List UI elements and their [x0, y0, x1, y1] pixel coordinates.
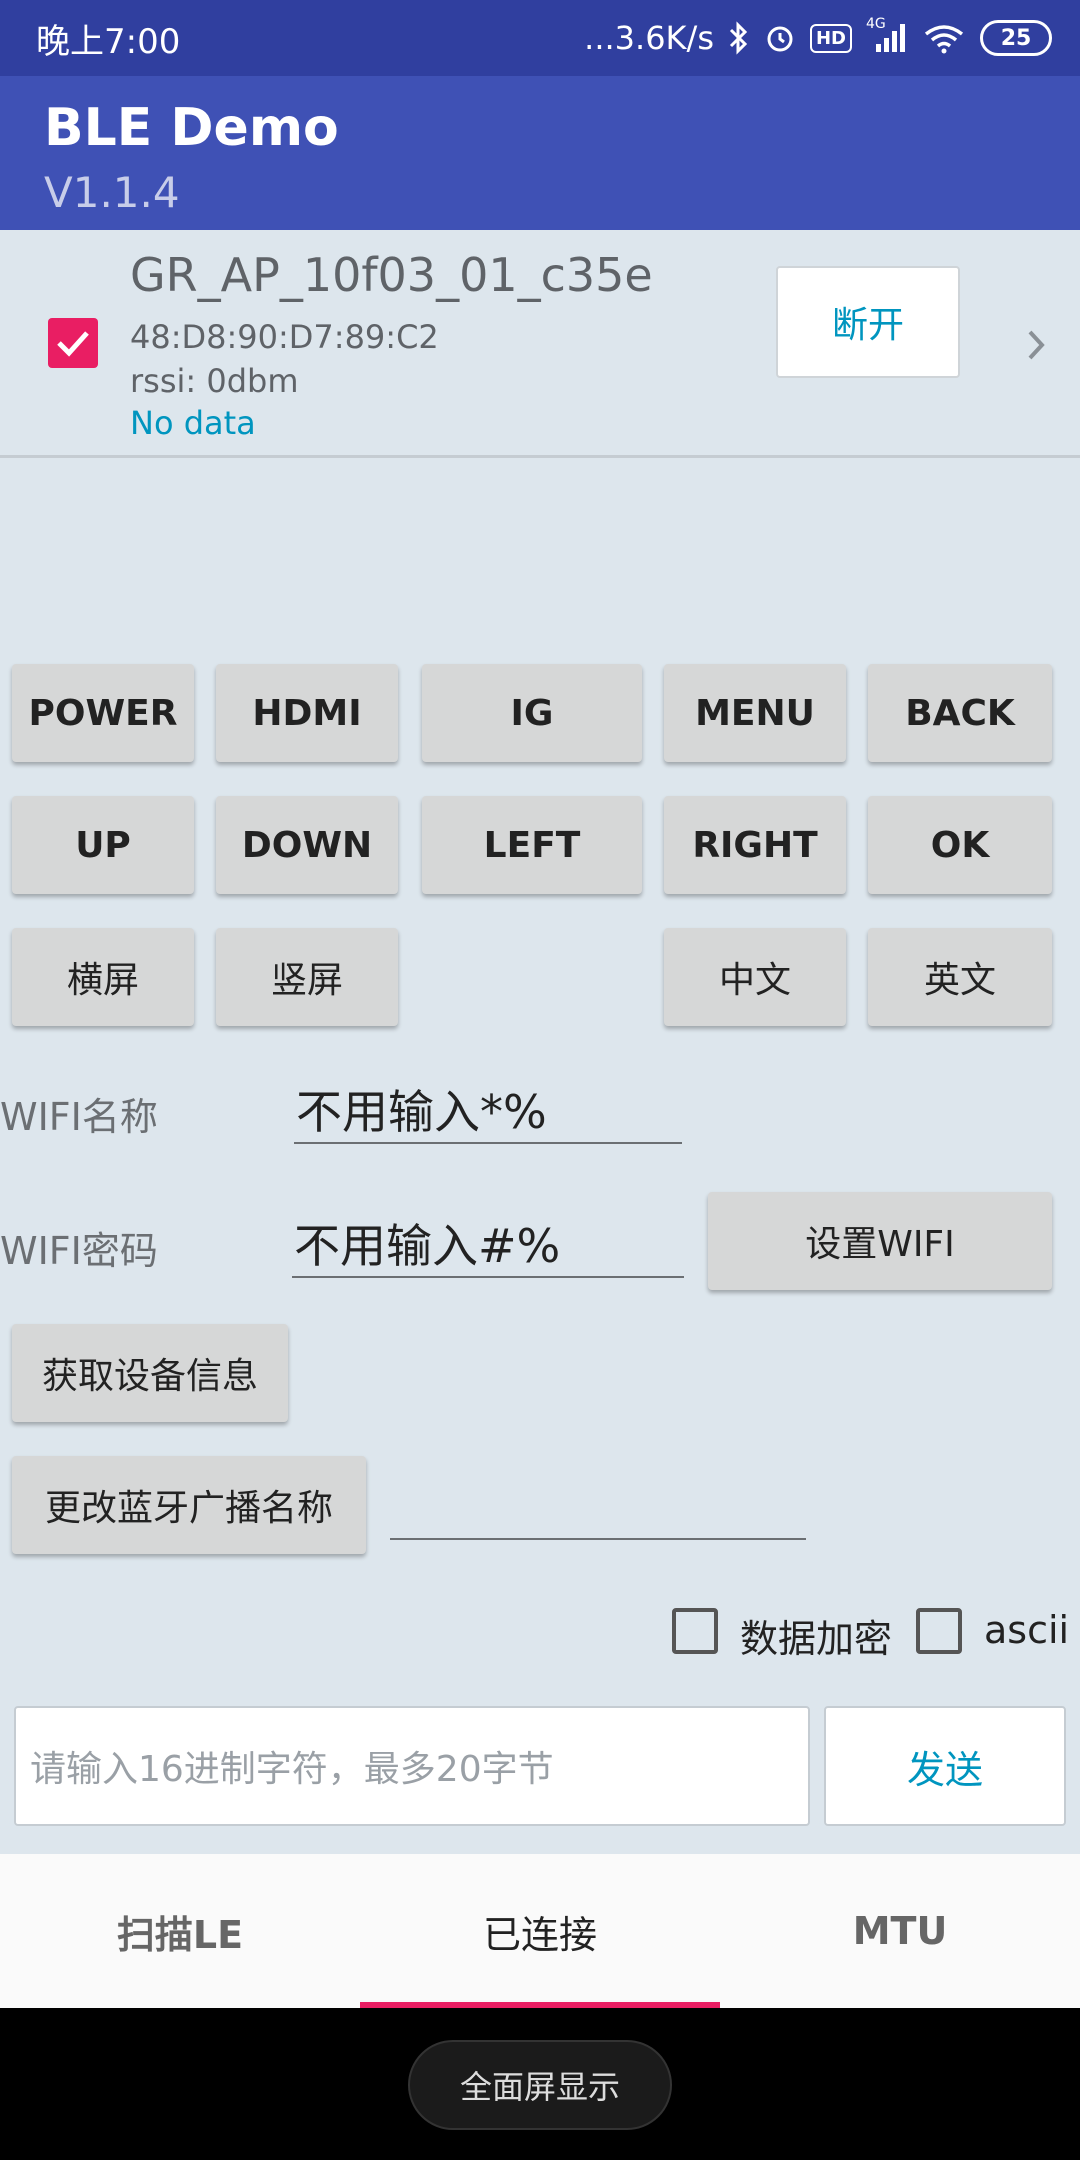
tab-mtu[interactable]: MTU	[720, 1854, 1080, 2008]
ascii-checkbox[interactable]	[916, 1608, 962, 1654]
change-ble-name-button[interactable]: 更改蓝牙广播名称	[12, 1456, 366, 1554]
status-time: 晚上7:00	[36, 22, 181, 62]
app-title: BLE Demo	[44, 98, 339, 158]
navigation-bar: 全面屏显示	[0, 2008, 1080, 2160]
battery-icon: 25	[980, 20, 1052, 56]
english-button[interactable]: 英文	[868, 928, 1052, 1026]
portrait-button[interactable]: 竖屏	[216, 928, 398, 1026]
power-button[interactable]: POWER	[12, 664, 194, 762]
tab-connected[interactable]: 已连接	[360, 1854, 720, 2008]
device-rssi: rssi: 0dbm	[130, 362, 299, 400]
hex-input[interactable]: 请输入16进制字符，最多20字节	[14, 1706, 810, 1826]
wifi-name-label: WIFI名称	[0, 1095, 158, 1139]
cellular-signal-icon: 4G	[866, 16, 908, 54]
app-bar: BLE Demo V1.1.4	[0, 76, 1080, 230]
disconnect-button[interactable]: 断开	[776, 266, 960, 378]
encrypt-label: 数据加密	[740, 1617, 893, 1661]
wifi-icon	[922, 22, 966, 54]
set-wifi-button[interactable]: 设置WIFI	[708, 1192, 1052, 1290]
ascii-label: ascii	[984, 1608, 1070, 1652]
device-data-status: No data	[130, 404, 256, 442]
wifi-password-label: WIFI密码	[0, 1229, 158, 1273]
menu-button[interactable]: MENU	[664, 664, 846, 762]
wifi-name-input[interactable]: 不用输入*%	[296, 1076, 547, 1142]
ble-name-input[interactable]	[392, 1470, 806, 1530]
back-button[interactable]: BACK	[868, 664, 1052, 762]
network-speed: ...3.6K/s	[584, 19, 714, 57]
ble-name-underline	[390, 1538, 806, 1540]
tab-bar: 扫描LE 已连接 MTU	[0, 1854, 1080, 2008]
chevron-right-icon[interactable]	[1022, 320, 1052, 370]
landscape-button[interactable]: 横屏	[12, 928, 194, 1026]
status-icons: ...3.6K/s HD 4G 25	[584, 14, 1052, 62]
device-name: GR_AP_10f03_01_c35e	[130, 248, 653, 302]
signal-label: 4G	[866, 16, 886, 32]
ig-button[interactable]: IG	[422, 664, 642, 762]
alarm-icon	[764, 22, 796, 54]
fullscreen-display-button[interactable]: 全面屏显示	[408, 2040, 672, 2130]
device-checkbox[interactable]	[48, 318, 98, 368]
get-device-info-button[interactable]: 获取设备信息	[12, 1324, 288, 1422]
hd-icon: HD	[809, 23, 852, 53]
send-button[interactable]: 发送	[824, 1706, 1066, 1826]
wifi-password-underline	[292, 1276, 684, 1278]
left-button[interactable]: LEFT	[422, 796, 642, 894]
device-row[interactable]: GR_AP_10f03_01_c35e 48:D8:90:D7:89:C2 rs…	[0, 230, 1080, 458]
status-bar: 晚上7:00 ...3.6K/s HD 4G 25	[0, 0, 1080, 76]
hdmi-button[interactable]: HDMI	[216, 664, 398, 762]
wifi-name-underline	[294, 1142, 682, 1144]
bluetooth-icon	[728, 21, 750, 55]
device-mac: 48:D8:90:D7:89:C2	[130, 318, 439, 356]
check-icon	[57, 331, 89, 357]
chinese-button[interactable]: 中文	[664, 928, 846, 1026]
tab-scan-le[interactable]: 扫描LE	[0, 1854, 360, 2008]
encrypt-checkbox[interactable]	[672, 1608, 718, 1654]
wifi-password-input[interactable]: 不用输入#%	[294, 1210, 560, 1276]
app-version: V1.1.4	[44, 168, 180, 217]
right-button[interactable]: RIGHT	[664, 796, 846, 894]
ok-button[interactable]: OK	[868, 796, 1052, 894]
up-button[interactable]: UP	[12, 796, 194, 894]
down-button[interactable]: DOWN	[216, 796, 398, 894]
